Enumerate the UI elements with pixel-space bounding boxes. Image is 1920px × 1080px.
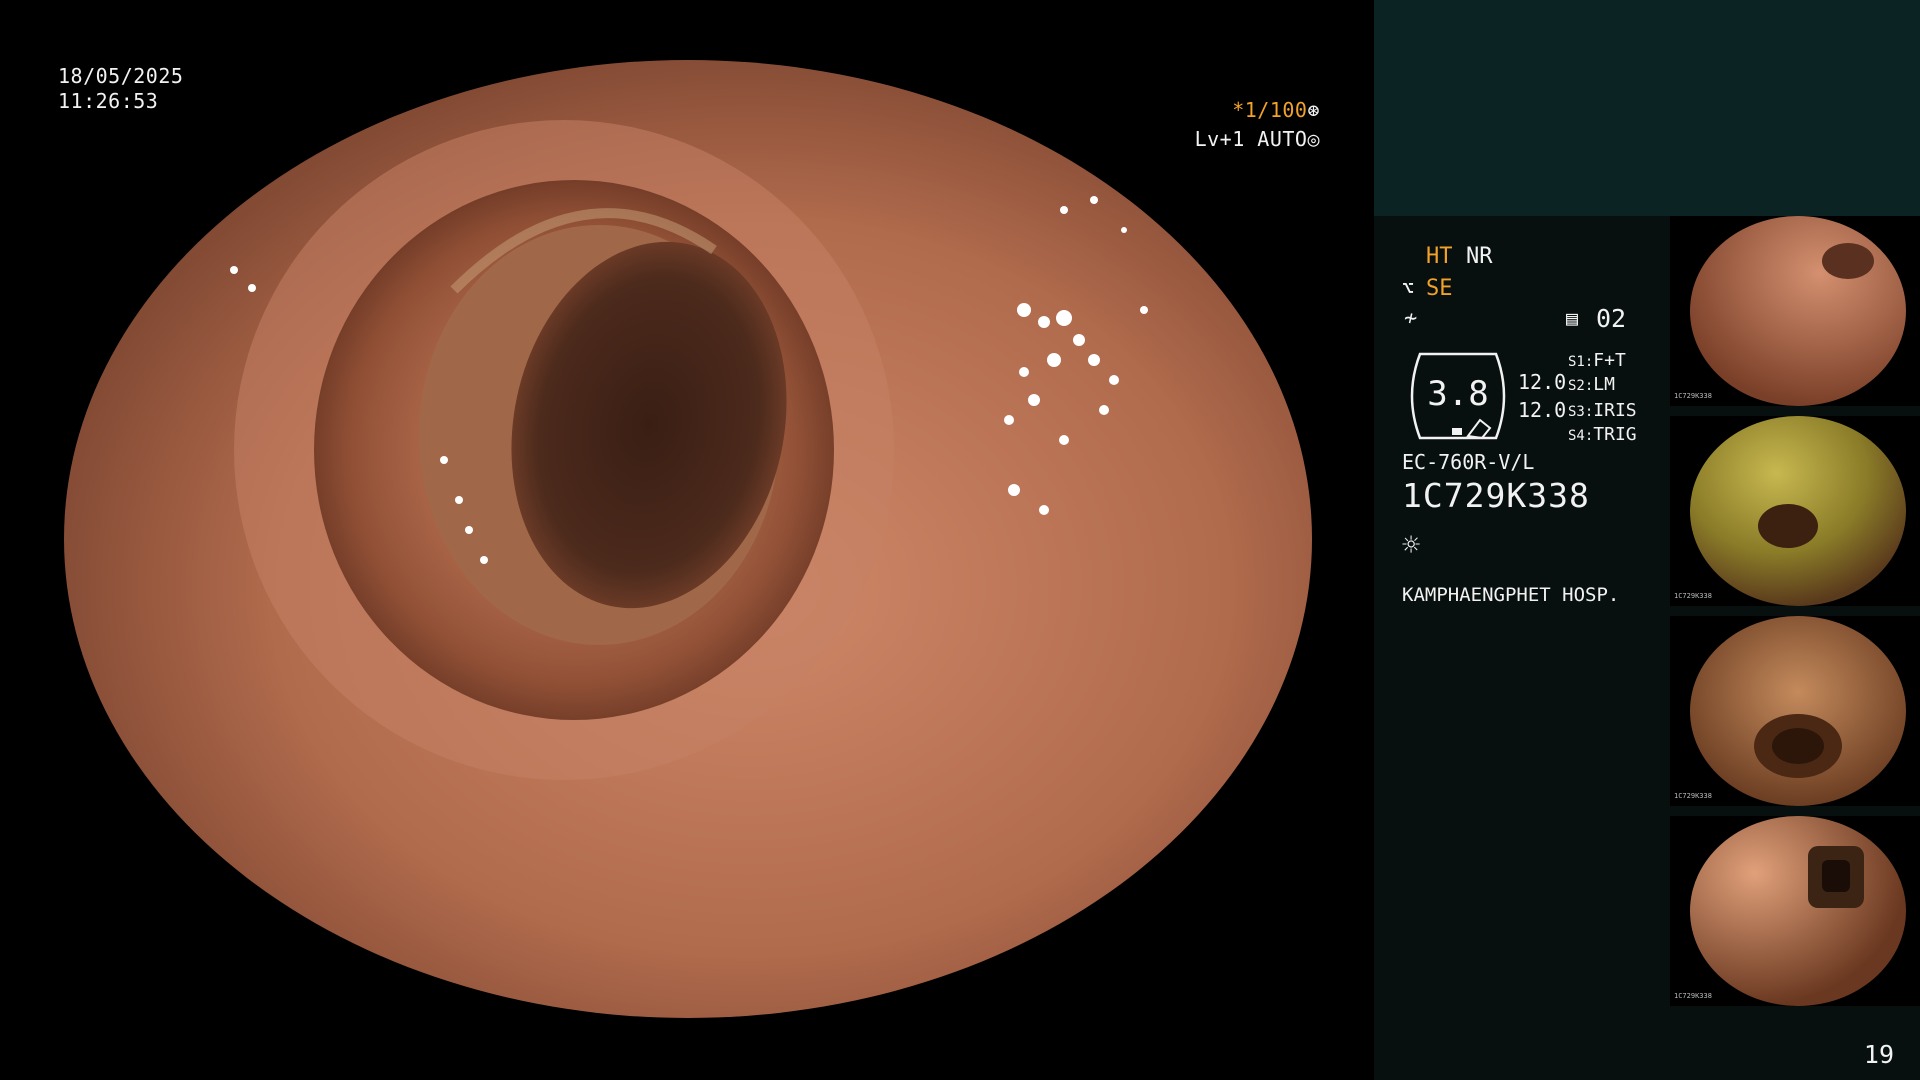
shutter-speed: *1/100⊛ <box>1232 98 1320 123</box>
mode-ht-label: HT <box>1426 244 1453 269</box>
capture-thumbnail-2[interactable]: 1C729K338 <box>1670 416 1920 606</box>
shutter-icon: ⊛ <box>1307 98 1320 122</box>
image-counter: 19 <box>1863 1040 1894 1069</box>
exam-date: 18/05/2025 <box>58 64 184 88</box>
setting-value-a: 12.0 <box>1518 370 1567 394</box>
iris-icon: ◎ <box>1307 127 1320 151</box>
image-mask-top <box>0 0 1372 60</box>
mode-nr-label: NR <box>1466 244 1493 269</box>
iris-mode: Lv+1 AUTO◎ <box>1195 127 1320 152</box>
light-source-icon: ☼ <box>1402 528 1421 563</box>
color-mode-icon: ≁ <box>1404 306 1418 331</box>
setting-value-b: 12.0 <box>1518 398 1567 422</box>
panel-header <box>1374 0 1920 216</box>
thumbnail-caption: 1C729K338 <box>1674 392 1712 400</box>
exam-time: 11:26:53 <box>58 89 159 113</box>
scope-model: EC-760R-V/L <box>1402 450 1535 474</box>
capture-thumbnail-1[interactable]: 1C729K338 <box>1670 216 1920 406</box>
capture-thumbnail-3[interactable]: 1C729K338 <box>1670 616 1920 806</box>
thumbnail-caption: 1C729K338 <box>1674 992 1712 1000</box>
thumbnail-caption: 1C729K338 <box>1674 592 1712 600</box>
iris-mode-value: Lv+1 AUTO <box>1194 127 1308 151</box>
endoscope-live-view <box>64 60 1312 1018</box>
switch-1: S1:F+T <box>1568 350 1626 371</box>
hospital-name: KAMPHAENGPHET HOSP. <box>1402 584 1620 606</box>
memory-number: 02 <box>1596 304 1627 333</box>
status-panel: HT NR ⌥ SE ≁ ▤ 02 3.8 12.0 12.0 S1:F+T S… <box>1374 0 1920 1080</box>
structure-enhance-icon: ⌥ <box>1402 276 1415 300</box>
capture-thumbnail-4[interactable]: 1C729K338 <box>1670 816 1920 1006</box>
image-mask-bottom <box>0 1018 1372 1080</box>
scope-serial: 1C729K338 <box>1402 476 1590 515</box>
switch-2: S2:LM <box>1568 374 1615 395</box>
gauge-value: 3.8 <box>1427 374 1489 414</box>
switch-3: S3:IRIS <box>1568 400 1637 421</box>
shutter-speed-value: *1/100 <box>1232 98 1308 122</box>
switch-4: S4:TRIG <box>1568 424 1637 445</box>
memory-icon: ▤ <box>1566 306 1579 330</box>
mode-se-label: SE <box>1426 276 1453 301</box>
thumbnail-caption: 1C729K338 <box>1674 792 1712 800</box>
